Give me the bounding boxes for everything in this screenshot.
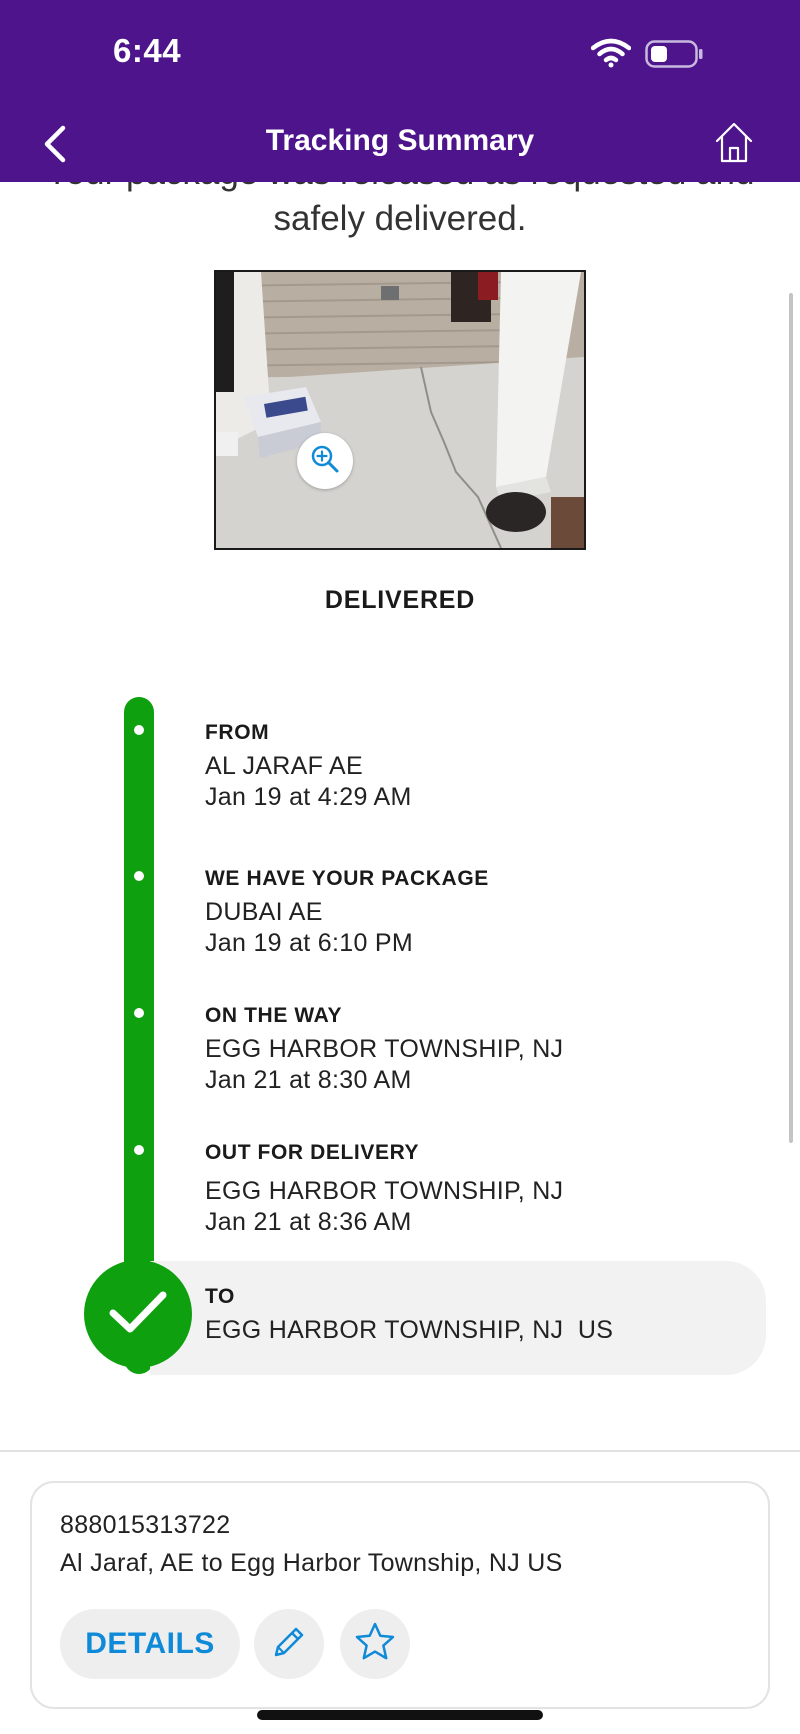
delivery-status: DELIVERED bbox=[324, 586, 476, 614]
battery-icon bbox=[645, 40, 705, 73]
event-location: EGG HARBOR TOWNSHIP, NJ bbox=[205, 1035, 564, 1063]
event-label: ON THE WAY bbox=[205, 1004, 343, 1027]
timeline-dot bbox=[134, 871, 144, 881]
shipment-route: Al Jaraf, AE to Egg Harbor Township, NJ … bbox=[60, 1549, 563, 1577]
event-time: Jan 21 at 8:36 AM bbox=[205, 1208, 412, 1236]
timeline-event: OUT FOR DELIVERY EGG HARBOR TOWNSHIP, NJ… bbox=[205, 1135, 563, 1238]
home-indicator[interactable] bbox=[257, 1710, 543, 1720]
event-time: Jan 19 at 6:10 PM bbox=[205, 929, 414, 957]
divider bbox=[0, 1450, 800, 1452]
check-icon bbox=[108, 1289, 168, 1340]
timeline-dot bbox=[134, 725, 144, 735]
event-location: EGG HARBOR TOWNSHIP, NJ US bbox=[205, 1316, 614, 1344]
event-location: DUBAI AE bbox=[205, 898, 323, 926]
pencil-icon bbox=[270, 1623, 308, 1666]
star-icon bbox=[354, 1621, 396, 1668]
event-label: OUT FOR DELIVERY bbox=[205, 1141, 420, 1164]
event-label: WE HAVE YOUR PACKAGE bbox=[205, 867, 489, 890]
event-time: Jan 19 at 4:29 AM bbox=[205, 783, 412, 811]
zoom-in-icon bbox=[309, 443, 341, 480]
timeline-event: FROM AL JARAF AE Jan 19 at 4:29 AM bbox=[205, 715, 412, 813]
event-label: FROM bbox=[205, 721, 270, 744]
favorite-button[interactable] bbox=[340, 1609, 410, 1679]
scrollbar[interactable] bbox=[789, 293, 793, 1143]
timeline-event-destination: TO EGG HARBOR TOWNSHIP, NJ US bbox=[205, 1279, 613, 1346]
page-title: Tracking Summary bbox=[265, 124, 535, 157]
clock: 6:44 bbox=[113, 32, 182, 69]
delivery-photo[interactable] bbox=[214, 270, 586, 550]
timeline-dot bbox=[134, 1145, 144, 1155]
wifi-icon bbox=[590, 38, 632, 73]
timeline-event: WE HAVE YOUR PACKAGE DUBAI AE Jan 19 at … bbox=[205, 861, 489, 959]
home-icon bbox=[714, 121, 754, 168]
nav-bar: Tracking Summary bbox=[0, 110, 800, 182]
details-button[interactable]: DETAILS bbox=[60, 1609, 240, 1679]
edit-button[interactable] bbox=[254, 1609, 324, 1679]
delivered-check bbox=[84, 1260, 192, 1368]
tracking-number: 888015313722 bbox=[60, 1511, 231, 1539]
shipment-card: 888015313722 Al Jaraf, AE to Egg Harbor … bbox=[30, 1481, 770, 1709]
home-button[interactable] bbox=[708, 116, 760, 172]
event-location: AL JARAF AE bbox=[205, 752, 363, 780]
timeline-dot bbox=[134, 1008, 144, 1018]
event-label: TO bbox=[205, 1285, 235, 1308]
status-bar: 6:44 bbox=[0, 0, 800, 110]
delivery-message: Your package was released as requested a… bbox=[46, 182, 755, 238]
timeline-event: ON THE WAY EGG HARBOR TOWNSHIP, NJ Jan 2… bbox=[205, 998, 563, 1096]
zoom-photo-button[interactable] bbox=[297, 433, 353, 489]
event-location: EGG HARBOR TOWNSHIP, NJ bbox=[205, 1177, 564, 1205]
event-time: Jan 21 at 8:30 AM bbox=[205, 1066, 412, 1094]
